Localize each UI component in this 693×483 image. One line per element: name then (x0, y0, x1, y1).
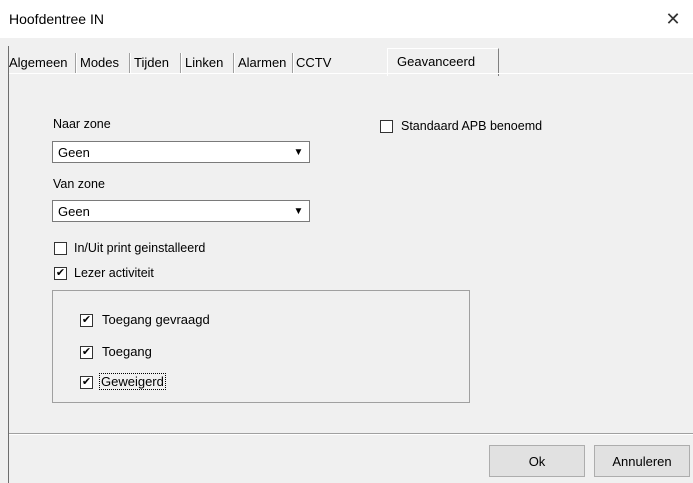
lezer-activiteit-checkbox[interactable]: ✔ (54, 267, 67, 280)
tab-separator (292, 53, 294, 73)
standaard-apb-label: Standaard APB benoemd (401, 119, 543, 133)
toegang-gevraagd-checkbox[interactable]: ✔ (80, 314, 93, 327)
tab-modes[interactable]: Modes (80, 53, 119, 74)
naar-zone-value: Geen (58, 145, 90, 160)
window-border (8, 46, 9, 483)
tab-linken[interactable]: Linken (185, 53, 223, 74)
naar-zone-label: Naar zone (53, 117, 111, 131)
naar-zone-dropdown[interactable]: Geen ▼ (52, 141, 310, 163)
van-zone-value: Geen (58, 204, 90, 219)
van-zone-dropdown[interactable]: Geen ▼ (52, 200, 310, 222)
toegang-checkbox[interactable]: ✔ (80, 346, 93, 359)
geweigerd-label: Geweigerd (99, 373, 166, 390)
chevron-down-icon[interactable]: ▼ (290, 144, 307, 160)
tab-cctv[interactable]: CCTV (296, 53, 331, 74)
tab-strip: Algemeen Modes Tijden Linken Alarmen CCT… (9, 38, 693, 76)
tab-algemeen[interactable]: Algemeen (9, 53, 68, 74)
close-icon: ✕ (665, 8, 681, 29)
dialog-window: Hoofdentree IN ✕ Algemeen Modes Tijden L… (0, 0, 693, 483)
tab-geavanceerd[interactable]: Geavanceerd (387, 48, 499, 76)
cancel-button[interactable]: Annuleren (594, 445, 690, 477)
window-title: Hoofdentree IN (9, 11, 104, 27)
tab-separator (180, 53, 182, 73)
tab-baseline (9, 73, 693, 74)
tab-separator (75, 53, 77, 73)
title-bar[interactable]: Hoofdentree IN ✕ (0, 0, 693, 38)
standaard-apb-checkbox[interactable] (380, 120, 393, 133)
lezer-activiteit-label: Lezer activiteit (74, 266, 154, 280)
geweigerd-checkbox[interactable]: ✔ (80, 376, 93, 389)
chevron-down-icon[interactable]: ▼ (290, 203, 307, 219)
toegang-label: Toegang (102, 344, 152, 359)
tab-alarmen[interactable]: Alarmen (238, 53, 286, 74)
toegang-gevraagd-label: Toegang gevraagd (102, 312, 210, 327)
van-zone-label: Van zone (53, 177, 105, 191)
tab-tijden[interactable]: Tijden (134, 53, 169, 74)
tab-separator (129, 53, 131, 73)
checkmark-icon: ✔ (81, 376, 92, 388)
checkmark-icon: ✔ (81, 314, 92, 326)
ok-button[interactable]: Ok (489, 445, 585, 477)
checkmark-icon: ✔ (81, 346, 92, 358)
close-button[interactable]: ✕ (653, 0, 693, 38)
inuit-print-checkbox[interactable] (54, 242, 67, 255)
checkmark-icon: ✔ (55, 267, 66, 279)
inuit-print-label: In/Uit print geinstalleerd (74, 241, 206, 255)
tab-geavanceerd-label: Geavanceerd (397, 54, 476, 69)
tab-separator (233, 53, 235, 73)
footer-divider (9, 433, 693, 435)
